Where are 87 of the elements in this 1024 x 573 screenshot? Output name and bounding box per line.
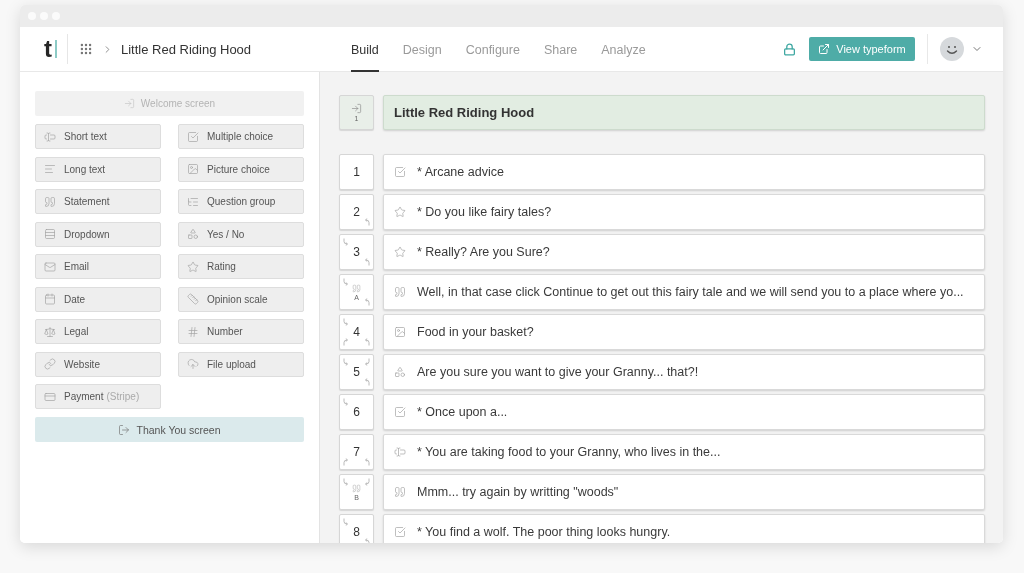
lock-icon[interactable] (783, 42, 796, 56)
form-name: Little Red Riding Hood (121, 41, 252, 57)
field-type-button[interactable]: Date (35, 286, 161, 312)
question-card[interactable]: * Once upon a... (383, 394, 985, 430)
thank-you-screen-button[interactable]: Thank You screen (35, 417, 304, 442)
field-type-button[interactable]: Dropdown (35, 221, 161, 247)
welcome-title-card[interactable]: Little Red Riding Hood (383, 95, 985, 130)
quote-icon (394, 286, 406, 298)
enter-box-icon (351, 103, 362, 114)
field-type-button[interactable]: Number (178, 319, 304, 344)
question-card[interactable]: * Really? Are you Sure? (383, 234, 985, 270)
question-number: 1 (353, 165, 360, 179)
checkbox-icon (394, 166, 406, 178)
question-text: * Do you like fairy tales? (417, 205, 552, 219)
star-icon (187, 260, 199, 273)
form-title: Little Red Riding Hood (394, 105, 535, 120)
external-link-icon (818, 43, 831, 55)
cloud-upload-icon (187, 358, 199, 370)
apps-grid-button[interactable] (79, 42, 93, 56)
field-type-button[interactable]: Email (35, 254, 161, 279)
question-card[interactable]: * Do you like fairy tales? (383, 194, 985, 230)
question-text: Mmm... try again by writting "woods" (417, 485, 619, 499)
question-card[interactable]: Well, in that case click Continue to get out this fairy tale and we will send you to a place where yo... (383, 274, 985, 310)
question-number: 4 (353, 325, 360, 339)
ruler-icon (187, 293, 199, 305)
question-text: * You find a wolf. The poor thing looks hungry. (417, 525, 671, 539)
question-text: Are you sure you want to give your Granny... that?! (417, 365, 699, 379)
calendar-icon (44, 293, 56, 305)
question-text: Food in your basket? (417, 325, 534, 339)
question-number: 2 (353, 205, 360, 219)
field-type-button[interactable]: Long text (35, 156, 161, 182)
field-type-button[interactable]: Website (35, 351, 161, 377)
checkbox-icon (394, 406, 406, 418)
question-text: * Once upon a... (417, 405, 508, 419)
field-type-button[interactable]: File upload (178, 351, 304, 377)
field-type-button[interactable]: Question group (178, 189, 304, 214)
text-cursor-icon (394, 446, 406, 458)
star-icon (394, 246, 406, 258)
question-text: * Really? Are you Sure? (417, 245, 550, 259)
field-type-button[interactable]: Legal (35, 319, 161, 344)
question-text: * Arcane advice (417, 165, 504, 179)
quote-icon (352, 483, 361, 493)
field-type-button[interactable]: Opinion scale (178, 286, 304, 312)
field-type-button[interactable]: Yes / No (178, 221, 304, 247)
question-number: 3 (353, 245, 360, 259)
grid-icon (79, 42, 93, 56)
logo-link[interactable]: t (44, 34, 68, 64)
star-icon (394, 206, 406, 218)
picture-icon (394, 326, 406, 338)
checkbox-icon (187, 130, 199, 143)
shapes-icon (394, 366, 406, 378)
question-text: Well, in that case click Continue to get out this fairy tale and we will send you to a place where yo... (417, 285, 964, 299)
question-card[interactable]: Are you sure you want to give your Granny... that?! (383, 354, 985, 390)
field-type-button[interactable]: Statement (35, 189, 161, 214)
field-type-button[interactable]: Multiple choice (178, 124, 304, 149)
quote-icon (44, 195, 56, 208)
scales-icon (44, 325, 56, 338)
enter-box-icon (123, 98, 135, 109)
smiley-avatar-icon[interactable] (940, 37, 964, 61)
question-text: * You are taking food to your Granny, who lives in the... (417, 445, 721, 459)
question-number: 8 (353, 525, 360, 539)
question-number: 6 (353, 405, 360, 419)
question-card[interactable]: * Arcane advice (383, 154, 985, 190)
question-card[interactable]: * You find a wolf. The poor thing looks hungry. (383, 514, 985, 543)
question-number: 5 (353, 365, 360, 379)
shapes-icon (187, 228, 199, 240)
field-type-button[interactable]: Picture choice (178, 156, 304, 182)
picture-icon (187, 163, 199, 175)
card-icon (44, 390, 56, 403)
rows-icon (44, 228, 56, 240)
exit-box-icon (118, 423, 131, 436)
link-icon (44, 358, 56, 370)
envelope-icon (44, 260, 56, 273)
quote-icon (352, 283, 361, 293)
field-type-button[interactable]: Rating (178, 254, 304, 279)
text-lines-icon (44, 163, 56, 175)
question-card[interactable]: * You are taking food to your Granny, who lives in the... (383, 434, 985, 470)
question-number: 7 (353, 445, 360, 459)
hash-icon (187, 325, 199, 338)
tree-list-icon (187, 195, 199, 208)
quote-icon (394, 486, 406, 498)
text-cursor-icon (44, 130, 56, 143)
question-card[interactable]: Food in your basket? (383, 314, 985, 350)
field-type-button[interactable]: Payment (Stripe) (35, 384, 161, 409)
question-card[interactable]: Mmm... try again by writting "woods" (383, 474, 985, 510)
checkbox-icon (394, 526, 406, 538)
field-type-button[interactable]: Short text (35, 124, 161, 149)
